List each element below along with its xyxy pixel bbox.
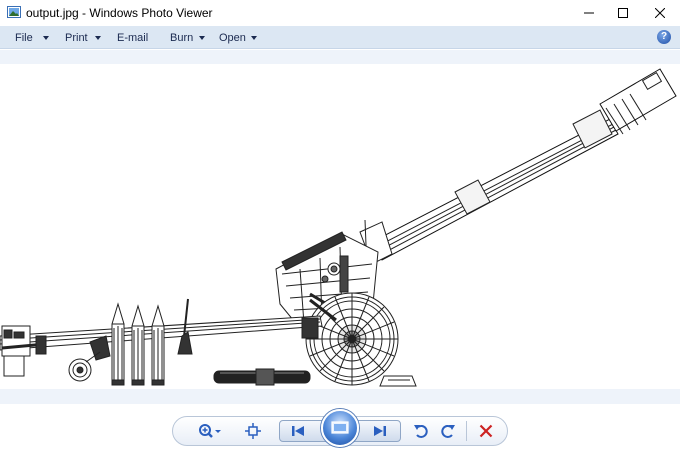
zoom-icon: [199, 424, 221, 438]
menu-open-dropdown-icon[interactable]: [251, 36, 257, 40]
minimize-icon: [584, 12, 594, 14]
menu-file[interactable]: File: [15, 32, 33, 44]
howitzer-wheel: [305, 292, 417, 387]
actual-size-button[interactable]: [242, 420, 264, 442]
slideshow-button[interactable]: [321, 409, 359, 447]
howitzer-barrel: [359, 68, 677, 295]
howitzer-trail: [0, 298, 337, 382]
next-button[interactable]: [368, 422, 392, 440]
maximize-icon: [618, 8, 628, 18]
image-viewport[interactable]: [0, 64, 680, 389]
zoom-button[interactable]: [196, 420, 224, 442]
delete-button[interactable]: [475, 420, 497, 442]
help-icon[interactable]: ?: [657, 30, 671, 44]
menu-email[interactable]: E-mail: [117, 32, 148, 44]
rotate-clockwise-icon: [441, 424, 455, 438]
displayed-image: [0, 68, 677, 387]
menu-bar: File Print E-mail Burn Open: [0, 26, 680, 49]
viewer-bottom-margin: [0, 389, 680, 404]
menu-burn-dropdown-icon[interactable]: [199, 36, 205, 40]
rotate-counterclockwise-button[interactable]: [410, 420, 432, 442]
previous-button[interactable]: [286, 422, 310, 440]
menu-print[interactable]: Print: [65, 32, 88, 44]
menu-print-dropdown-icon[interactable]: [95, 36, 101, 40]
close-icon: [655, 8, 665, 18]
slideshow-icon: [331, 421, 349, 434]
menu-file-dropdown-icon[interactable]: [43, 36, 49, 40]
previous-icon: [292, 426, 304, 436]
cleaning-rod: [213, 368, 311, 386]
delete-icon: [479, 424, 493, 438]
photo-viewer-app-icon: [7, 6, 21, 18]
artillery-shells: [111, 302, 165, 386]
rotate-counterclockwise-icon: [414, 424, 428, 438]
viewer-top-margin: [0, 50, 680, 64]
menu-burn[interactable]: Burn: [170, 32, 193, 44]
minimize-button[interactable]: [570, 0, 608, 26]
toolbar-separator: [466, 421, 467, 441]
maximize-button[interactable]: [604, 0, 642, 26]
window-title: output.jpg - Windows Photo Viewer: [26, 6, 213, 20]
title-bar: output.jpg - Windows Photo Viewer: [0, 0, 680, 26]
next-icon: [374, 426, 386, 436]
menu-open[interactable]: Open: [219, 32, 246, 44]
rotate-clockwise-button[interactable]: [437, 420, 459, 442]
close-button[interactable]: [641, 0, 679, 26]
actual-size-icon: [245, 423, 261, 439]
